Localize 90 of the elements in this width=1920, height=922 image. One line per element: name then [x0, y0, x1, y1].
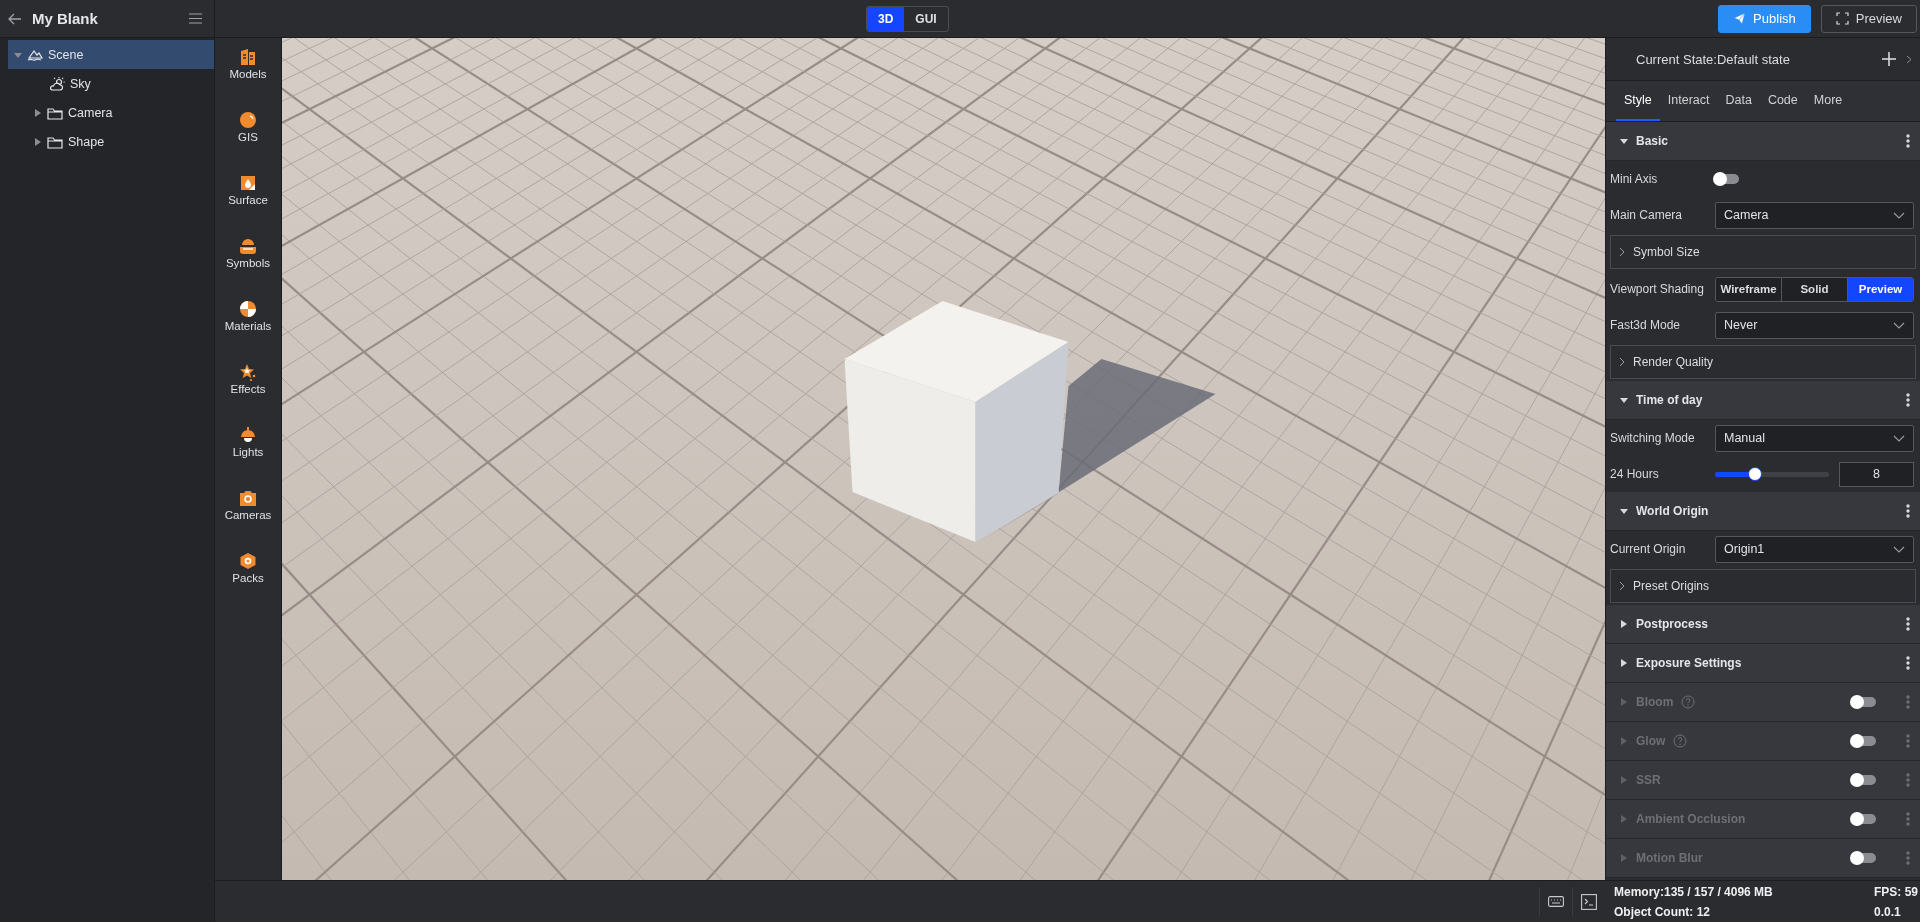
- folder-icon: [47, 105, 63, 120]
- send-icon: [1733, 12, 1747, 25]
- asset-category-button[interactable]: Lights: [232, 426, 264, 489]
- kebab-menu-icon[interactable]: [1906, 656, 1910, 670]
- chevron-right-icon: [1619, 247, 1625, 257]
- asset-category-button[interactable]: Surface: [228, 174, 268, 237]
- kebab-menu-icon[interactable]: [1906, 504, 1910, 518]
- chevron-down-icon[interactable]: [1893, 211, 1905, 219]
- section-header[interactable]: Exposure Settings: [1606, 644, 1920, 683]
- back-arrow-icon[interactable]: [8, 12, 22, 25]
- chevron-down-icon[interactable]: [1893, 434, 1905, 442]
- field-label: Current Origin: [1610, 542, 1687, 556]
- cloud-sun-icon: [49, 76, 65, 91]
- lamp-icon: [239, 426, 257, 444]
- checker-ball-icon: [239, 300, 257, 318]
- caret-right-icon[interactable]: [1620, 620, 1628, 628]
- toggle-switch[interactable]: [1715, 174, 1739, 184]
- asset-category-button[interactable]: Packs: [232, 552, 264, 615]
- asset-category-button[interactable]: Cameras: [224, 489, 272, 552]
- section-header[interactable]: Postprocess: [1606, 605, 1920, 644]
- panel-tab[interactable]: Data: [1717, 81, 1760, 121]
- kebab-menu-icon[interactable]: [1906, 617, 1910, 631]
- panel-tab[interactable]: More: [1805, 81, 1851, 121]
- keyboard-icon: [1548, 896, 1564, 907]
- caret-right-icon[interactable]: [34, 137, 42, 146]
- version-number: 0.0.1: [1874, 904, 1902, 919]
- panel-tab[interactable]: Code: [1759, 81, 1806, 121]
- collapsible-group[interactable]: Preset Origins: [1610, 569, 1916, 603]
- segment-option[interactable]: Wireframe: [1716, 277, 1781, 301]
- sphere-icon: [239, 111, 257, 129]
- project-title: My Blank: [32, 10, 99, 27]
- asset-category-button[interactable]: Effects: [230, 363, 266, 426]
- preview-button[interactable]: Preview: [1820, 4, 1917, 33]
- caret-down-icon[interactable]: [1620, 137, 1628, 145]
- chevron-down-icon[interactable]: [1893, 321, 1905, 329]
- dropdown[interactable]: Camera: [1715, 201, 1914, 229]
- building-icon: [239, 48, 257, 66]
- panel-tab[interactable]: Interact: [1659, 81, 1718, 121]
- mode-tab[interactable]: GUI: [904, 6, 948, 31]
- tree-item[interactable]: Scene: [8, 40, 214, 69]
- tree-item[interactable]: Sky: [8, 69, 214, 98]
- current-state-label: Current State:Default state: [1636, 51, 1791, 67]
- object-count: Object Count: 12: [1614, 904, 1711, 919]
- hexagon-icon: [239, 552, 257, 570]
- menu-icon[interactable]: [189, 13, 202, 24]
- tile-icon: [239, 174, 257, 192]
- chevron-right-icon: [1619, 357, 1625, 367]
- slider-thumb[interactable]: [1747, 466, 1762, 481]
- dropdown[interactable]: Origin1: [1715, 535, 1914, 563]
- collapsible-group[interactable]: Symbol Size: [1610, 235, 1916, 269]
- caret-right-icon[interactable]: [34, 108, 42, 117]
- terminal-icon: [1581, 893, 1597, 910]
- field-label: Viewport Shading: [1610, 282, 1705, 296]
- add-icon[interactable]: [1882, 52, 1896, 66]
- section-header[interactable]: Time of day: [1606, 381, 1920, 420]
- camera-icon: [239, 489, 257, 507]
- asset-category-button[interactable]: Models: [229, 48, 267, 111]
- section-header[interactable]: Basic: [1606, 122, 1920, 161]
- segment-option[interactable]: Solid: [1781, 277, 1847, 301]
- memory-usage: Memory:135 / 157 / 4096 MB: [1614, 884, 1774, 899]
- chevron-right-icon: [1619, 581, 1625, 591]
- number-input[interactable]: 8: [1839, 461, 1914, 487]
- chevron-down-icon[interactable]: [1893, 545, 1905, 553]
- star-icon: [239, 363, 257, 381]
- collapsible-group[interactable]: Render Quality: [1610, 345, 1916, 379]
- field-label: Main Camera: [1610, 208, 1684, 222]
- tree-item[interactable]: Camera: [8, 98, 214, 127]
- dropdown[interactable]: Manual: [1715, 424, 1914, 452]
- field-label: Fast3d Mode: [1610, 318, 1682, 332]
- chevron-right-icon[interactable]: [1906, 54, 1912, 64]
- field-label: 24 Hours: [1610, 467, 1660, 481]
- tree-item[interactable]: Shape: [8, 127, 214, 156]
- caret-right-icon[interactable]: [1620, 659, 1628, 667]
- fullscreen-icon: [1835, 12, 1849, 25]
- asset-category-button[interactable]: Symbols: [225, 237, 271, 300]
- caret-down-icon[interactable]: [1620, 507, 1628, 515]
- caret-down-icon[interactable]: [1620, 396, 1628, 404]
- asset-category-button[interactable]: Materials: [224, 300, 272, 363]
- kebab-menu-icon[interactable]: [1906, 134, 1910, 148]
- segment-option[interactable]: Preview: [1847, 277, 1913, 301]
- dome-icon: [239, 237, 257, 255]
- fps-counter: FPS: 59: [1874, 884, 1918, 899]
- field-label: Switching Mode: [1610, 431, 1696, 445]
- dropdown[interactable]: Never: [1715, 311, 1914, 339]
- mode-tab[interactable]: 3D: [867, 6, 905, 31]
- kebab-menu-icon[interactable]: [1906, 393, 1910, 407]
- section-header[interactable]: World Origin: [1606, 492, 1920, 531]
- asset-category-button[interactable]: GIS: [238, 111, 258, 174]
- field-label: Mini Axis: [1610, 172, 1659, 186]
- folder-icon: [47, 134, 63, 149]
